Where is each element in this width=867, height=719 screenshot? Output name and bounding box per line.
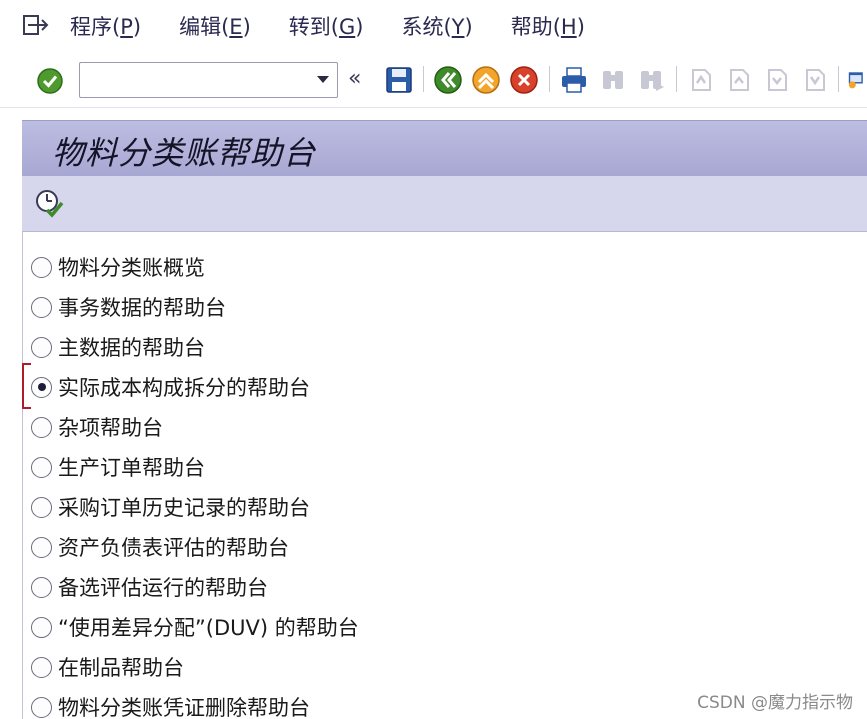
- print-button[interactable]: [559, 65, 589, 95]
- radio-dot: [37, 383, 46, 391]
- options-panel: 物料分类账概览 事务数据的帮助台 主数据的帮助台 实际成本构成拆分的帮助台 杂项…: [22, 232, 867, 719]
- find-next-button[interactable]: [636, 65, 666, 95]
- last-page-icon: [806, 69, 825, 91]
- previous-page-button[interactable]: [724, 65, 754, 95]
- option-transaction-data-helpdesk[interactable]: 事务数据的帮助台: [31, 292, 226, 322]
- radio-button[interactable]: [31, 696, 52, 718]
- radio-button-selected[interactable]: [31, 376, 52, 398]
- radio-button[interactable]: [31, 456, 52, 478]
- next-page-icon: [768, 69, 787, 91]
- execute-icon[interactable]: [34, 188, 64, 218]
- option-balance-sheet-valuation-helpdesk[interactable]: 资产负债表评估的帮助台: [31, 532, 289, 562]
- radio-button[interactable]: [31, 536, 52, 558]
- radio-button[interactable]: [31, 616, 52, 638]
- back-button[interactable]: [433, 65, 463, 95]
- option-misc-helpdesk[interactable]: 杂项帮助台: [31, 412, 163, 442]
- enter-icon: [37, 68, 63, 94]
- chevron-down-icon: [317, 76, 329, 83]
- option-po-history-helpdesk[interactable]: 采购订单历史记录的帮助台: [31, 492, 310, 522]
- radio-button[interactable]: [31, 656, 52, 678]
- save-icon: [386, 67, 412, 93]
- first-page-icon: [692, 69, 711, 91]
- option-wip-helpdesk[interactable]: 在制品帮助台: [31, 652, 184, 682]
- page-title: 物料分类账帮助台: [52, 134, 317, 172]
- menu-system[interactable]: 系统(Y): [401, 11, 472, 41]
- option-duv-helpdesk[interactable]: “使用差异分配”(DUV) 的帮助台: [31, 612, 359, 642]
- radio-button[interactable]: [31, 336, 52, 358]
- cancel-icon: [510, 66, 538, 94]
- enter-button[interactable]: [35, 66, 65, 96]
- option-material-ledger-overview[interactable]: 物料分类账概览: [31, 252, 205, 282]
- find-next-icon: [641, 71, 664, 91]
- option-document-deletion-helpdesk[interactable]: 物料分类账凭证删除帮助台: [31, 692, 310, 719]
- radio-button[interactable]: [31, 296, 52, 318]
- previous-page-icon: [730, 69, 749, 91]
- next-page-button[interactable]: [762, 65, 792, 95]
- menu-edit[interactable]: 编辑(E): [179, 11, 251, 41]
- print-icon: [562, 67, 586, 93]
- focus-indicator: [22, 363, 31, 409]
- menu-bar: 程序(P) 编辑(E) 转到(G) 系统(Y) 帮助(H): [0, 0, 867, 52]
- last-page-button[interactable]: [800, 65, 830, 95]
- back-icon: [434, 66, 462, 94]
- menu-goto[interactable]: 转到(G): [289, 11, 364, 41]
- radio-button[interactable]: [31, 416, 52, 438]
- create-session-icon: [848, 72, 863, 89]
- command-input[interactable]: [80, 64, 309, 96]
- find-button[interactable]: [598, 65, 628, 95]
- exit-icon: [472, 66, 500, 94]
- find-icon: [603, 71, 623, 89]
- collapse-toolbar-button[interactable]: «: [348, 66, 361, 92]
- option-alternative-valuation-run-helpdesk[interactable]: 备选评估运行的帮助台: [31, 572, 268, 602]
- menu-program[interactable]: 程序(P): [70, 11, 141, 41]
- option-production-order-helpdesk[interactable]: 生产订单帮助台: [31, 452, 205, 482]
- menu-help[interactable]: 帮助(H): [511, 11, 585, 41]
- toolbar-separator: [423, 66, 424, 92]
- exit-button[interactable]: [471, 65, 501, 95]
- toolbar-separator: [838, 66, 839, 92]
- radio-button[interactable]: [31, 576, 52, 598]
- watermark: CSDN @魔力指示物: [697, 693, 853, 713]
- save-button[interactable]: [384, 65, 414, 95]
- toolbar-separator: [549, 66, 550, 92]
- application-toolbar: [22, 176, 867, 232]
- toolbar-separator: [676, 66, 677, 92]
- command-dropdown-button[interactable]: [309, 63, 337, 97]
- radio-button[interactable]: [31, 256, 52, 278]
- menu-icon[interactable]: [22, 13, 50, 37]
- first-page-button[interactable]: [686, 65, 716, 95]
- cancel-button[interactable]: [509, 65, 539, 95]
- option-actual-cost-component-split-helpdesk[interactable]: 实际成本构成拆分的帮助台: [31, 372, 310, 402]
- create-session-button[interactable]: [846, 65, 867, 95]
- title-bar: 物料分类账帮助台: [22, 120, 867, 176]
- option-master-data-helpdesk[interactable]: 主数据的帮助台: [31, 332, 205, 362]
- radio-button[interactable]: [31, 496, 52, 518]
- command-field[interactable]: [79, 62, 338, 98]
